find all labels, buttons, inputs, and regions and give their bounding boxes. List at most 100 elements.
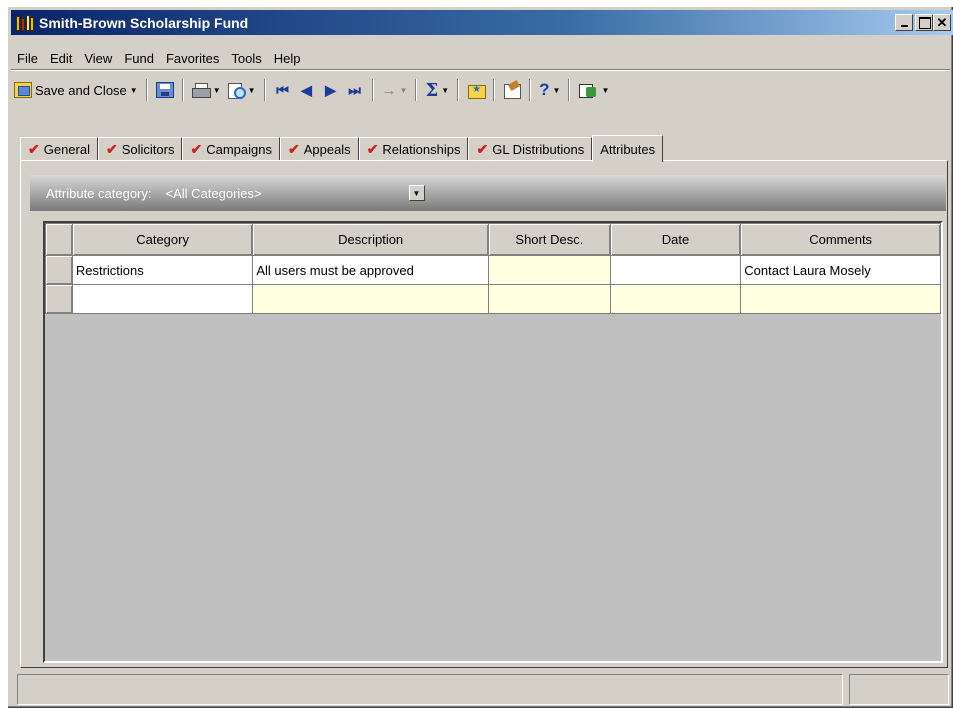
- attribute-category-select[interactable]: <All Categories>: [166, 186, 304, 201]
- column-header-short-desc[interactable]: Short Desc.: [487, 223, 611, 256]
- cell-description[interactable]: All users must be approved: [252, 255, 489, 285]
- print-dropdown-icon[interactable]: ▼: [213, 86, 221, 95]
- help-button[interactable]: ? ▼: [536, 78, 563, 102]
- help-icon: ?: [539, 80, 550, 99]
- table-row: [45, 284, 941, 314]
- cell-date[interactable]: [609, 255, 742, 285]
- column-header-comments[interactable]: Comments: [740, 223, 941, 256]
- print-icon: [191, 82, 211, 98]
- first-record-button[interactable]: ⏮: [271, 78, 295, 102]
- fund-record-window: Smith-Brown Scholarship Fund ✕ File Edit…: [7, 6, 953, 708]
- last-record-button[interactable]: ⏭: [343, 78, 367, 102]
- tab-label: General: [43, 142, 90, 157]
- status-bar-secondary-pane: [849, 674, 949, 705]
- next-record-button[interactable]: ▶: [319, 78, 343, 102]
- menu-favorites[interactable]: Favorites: [160, 50, 225, 68]
- cell-comments[interactable]: Contact Laura Mosely: [740, 255, 941, 285]
- sum-dropdown-icon[interactable]: ▼: [441, 86, 449, 95]
- checkmark-icon: ✔: [287, 141, 300, 157]
- save-button[interactable]: [153, 78, 177, 102]
- menu-edit[interactable]: Edit: [44, 50, 78, 68]
- column-header-category[interactable]: Category: [71, 223, 254, 256]
- checkmark-icon: ✔: [366, 141, 379, 157]
- previous-record-icon: ◀: [301, 81, 312, 98]
- menu-help[interactable]: Help: [268, 50, 307, 68]
- row-selector[interactable]: [45, 284, 73, 314]
- maximize-button[interactable]: [915, 14, 933, 31]
- column-header-description[interactable]: Description: [252, 223, 489, 256]
- tab-label: Appeals: [303, 142, 351, 157]
- title-bar[interactable]: Smith-Brown Scholarship Fund ✕: [11, 10, 953, 35]
- menu-tools[interactable]: Tools: [225, 50, 267, 68]
- cell-category[interactable]: Restrictions: [71, 255, 254, 285]
- last-record-icon: ⏭: [348, 81, 361, 98]
- toolbar-separator: [263, 79, 266, 101]
- go-to-dropdown-icon[interactable]: ▼: [400, 86, 408, 95]
- toolbar: Save and Close ▼ ▼ ▼ ⏮ ◀ ▶ ⏭ → ▼ Σ ▼ ★ ?…: [11, 76, 949, 104]
- toolbar-separator: [457, 79, 460, 101]
- minimize-button[interactable]: [895, 14, 913, 31]
- toolbar-separator: [415, 79, 418, 101]
- tab-relationships[interactable]: ✔ Relationships: [358, 137, 469, 161]
- tab-general[interactable]: ✔ General: [20, 137, 98, 161]
- tab-label: Campaigns: [206, 142, 272, 157]
- print-preview-icon: [227, 82, 246, 99]
- tab-gl-distributions[interactable]: ✔ GL Distributions: [468, 137, 593, 161]
- tab-label: Attributes: [600, 141, 656, 157]
- status-bar-main-pane: [17, 674, 843, 705]
- sum-icon: Σ: [425, 79, 439, 101]
- favorites-folder-icon: [467, 82, 487, 99]
- help-dropdown-icon[interactable]: ▼: [553, 86, 561, 95]
- previous-record-button[interactable]: ◀: [295, 78, 319, 102]
- tab-appeals[interactable]: ✔ Appeals: [279, 137, 359, 161]
- menu-fund[interactable]: Fund: [118, 50, 160, 68]
- tab-attributes[interactable]: Attributes: [592, 135, 664, 162]
- sum-button[interactable]: Σ ▼: [422, 78, 452, 102]
- favorites-button[interactable]: [464, 78, 488, 102]
- menu-view[interactable]: View: [78, 50, 118, 68]
- attribute-category-dropdown-icon[interactable]: ▼: [408, 185, 425, 201]
- cell-date[interactable]: [609, 284, 742, 314]
- row-selector[interactable]: [45, 255, 73, 285]
- cell-short-desc[interactable]: [487, 255, 611, 285]
- fund-books-icon: [15, 14, 35, 32]
- grid-corner-header[interactable]: [45, 223, 73, 256]
- save-icon: [155, 82, 174, 98]
- toolbar-separator: [371, 79, 374, 101]
- menu-file[interactable]: File: [11, 50, 44, 68]
- macro-icon: [578, 82, 598, 98]
- save-and-close-dropdown-icon[interactable]: ▼: [130, 86, 138, 95]
- properties-button[interactable]: [500, 78, 524, 102]
- toolbar-separator: [145, 79, 148, 101]
- close-button[interactable]: ✕: [933, 14, 951, 31]
- column-header-date[interactable]: Date: [609, 223, 742, 256]
- save-and-close-button[interactable]: Save and Close ▼: [11, 78, 141, 102]
- macro-button[interactable]: ▼: [575, 78, 612, 102]
- toolbar-separator: [181, 79, 184, 101]
- macro-dropdown-icon[interactable]: ▼: [601, 86, 609, 95]
- properties-icon: [503, 82, 522, 99]
- go-to-button[interactable]: → ▼: [379, 78, 411, 102]
- cell-description[interactable]: [252, 284, 489, 314]
- print-preview-button[interactable]: ▼: [224, 78, 259, 102]
- save-and-close-label: Save and Close: [35, 82, 127, 98]
- print-button[interactable]: ▼: [189, 78, 224, 102]
- cell-short-desc[interactable]: [487, 284, 611, 314]
- cell-category[interactable]: [71, 284, 254, 314]
- checkmark-icon: ✔: [28, 141, 40, 157]
- status-bar: [11, 674, 949, 705]
- attributes-grid: Category Description Short Desc. Date Co…: [43, 221, 943, 663]
- toolbar-separator: [529, 79, 532, 101]
- tab-solicitors[interactable]: ✔ Solicitors: [97, 137, 183, 161]
- tab-campaigns[interactable]: ✔ Campaigns: [182, 137, 280, 161]
- toolbar-separator: [568, 79, 571, 101]
- checkmark-icon: ✔: [476, 141, 489, 157]
- record-tabs: ✔ General ✔ Solicitors ✔ Campaigns ✔ App…: [20, 135, 664, 162]
- menu-bar: File Edit View Fund Favorites Tools Help: [11, 50, 307, 68]
- tab-label: Relationships: [382, 142, 461, 157]
- grid-header-row: Category Description Short Desc. Date Co…: [45, 223, 941, 256]
- attribute-category-bar: Attribute category: <All Categories> ▼: [30, 175, 946, 211]
- checkmark-icon: ✔: [105, 141, 118, 157]
- print-preview-dropdown-icon[interactable]: ▼: [248, 86, 256, 95]
- cell-comments[interactable]: [740, 284, 941, 314]
